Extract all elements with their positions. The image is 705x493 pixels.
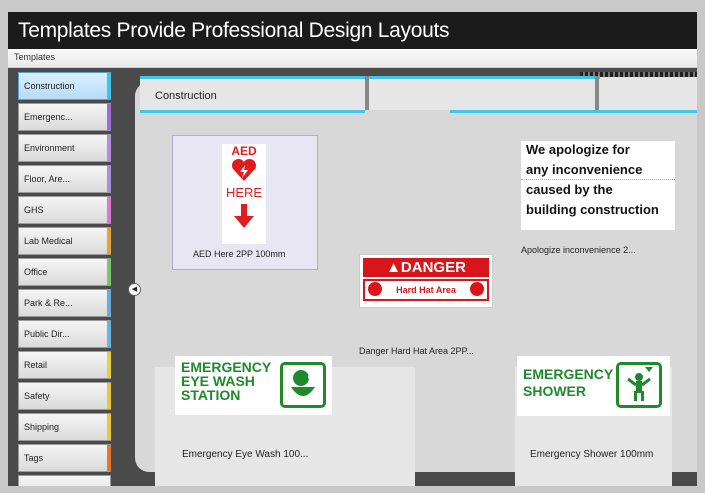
template-caption: Apologize inconvenience 2... [521, 245, 636, 255]
danger-header-text: DANGER [400, 259, 466, 276]
category-color-strip [107, 414, 111, 440]
category-shipping[interactable]: Shipping [18, 413, 111, 441]
danger-header: ▲DANGER [363, 258, 489, 277]
apology-line: We apologize for [526, 142, 630, 157]
app-window: Templates Construction Emergenc... Envir… [8, 49, 697, 486]
warning-triangle-icon: ▲ [386, 259, 401, 276]
category-color-strip [107, 445, 111, 471]
template-emergency-eye-wash[interactable]: EMERGENCY EYE WASH STATION [175, 356, 332, 415]
tab-separator [595, 76, 599, 110]
category-label: Retail [24, 360, 48, 370]
apology-line: building construction [526, 202, 659, 217]
heart-bolt-icon [231, 158, 257, 181]
aed-sign-preview: AED HERE [222, 144, 266, 244]
eyewash-icon [280, 362, 326, 408]
category-color-strip [107, 228, 111, 254]
category-color-strip [107, 166, 111, 192]
category-more[interactable] [18, 475, 111, 486]
category-floor-area[interactable]: Floor, Are... [18, 165, 111, 193]
dotted-divider [521, 179, 675, 181]
category-ghs[interactable]: GHS [18, 196, 111, 224]
shower-icon [616, 362, 662, 408]
tab-construction[interactable]: Construction [155, 90, 217, 102]
tab-strip [140, 76, 697, 110]
danger-subheader: Hard Hat Area [363, 279, 489, 301]
shower-line: EMERGENCY [523, 366, 614, 382]
category-color-strip [107, 383, 111, 409]
template-caption: AED Here 2PP 100mm [193, 249, 286, 259]
template-emergency-shower[interactable]: EMERGENCY SHOWER [517, 356, 670, 416]
category-color-strip [107, 259, 111, 285]
category-lab-medical[interactable]: Lab Medical [18, 227, 111, 255]
category-label: GHS [24, 205, 44, 215]
template-aed-here[interactable]: AED HERE AED Here 2PP 100mm [172, 135, 318, 270]
category-color-strip [107, 352, 111, 378]
tab-separator [365, 76, 369, 110]
category-tags[interactable]: Tags [18, 444, 111, 472]
shower-text: EMERGENCY SHOWER [523, 366, 613, 400]
template-danger-hard-hat[interactable]: ▲DANGER Hard Hat Area [359, 254, 493, 308]
screenshot-frame: Templates Provide Professional Design La… [0, 0, 705, 493]
category-label: Safety [24, 391, 50, 401]
category-label: Construction [24, 81, 75, 91]
category-label: Emergenc... [24, 112, 73, 122]
category-color-strip [107, 290, 111, 316]
template-caption: Danger Hard Hat Area 2PP... [359, 346, 474, 356]
category-label: Lab Medical [24, 236, 73, 246]
tab-bottom-accent-right [450, 110, 697, 113]
category-label: Environment [24, 143, 75, 153]
shower-line: SHOWER [523, 383, 586, 399]
tab-top-accent [140, 76, 600, 79]
aed-text: AED [231, 144, 257, 158]
hard-hat-icon [470, 282, 484, 296]
category-color-strip [107, 104, 111, 130]
danger-sub-text: Hard Hat Area [396, 285, 456, 295]
category-environment[interactable]: Environment [18, 134, 111, 162]
category-construction[interactable]: Construction [18, 72, 111, 100]
category-label: Office [24, 267, 48, 277]
eyewash-text: EMERGENCY EYE WASH STATION [181, 360, 271, 402]
category-office[interactable]: Office [18, 258, 111, 286]
category-sidebar: Construction Emergenc... Environment Flo… [8, 68, 120, 486]
category-label: Floor, Are... [24, 174, 71, 184]
here-text: HERE [225, 185, 263, 200]
category-label: Tags [24, 453, 44, 463]
hard-hat-icon [368, 282, 382, 296]
down-arrow-icon [234, 204, 254, 228]
template-caption: Emergency Shower 100mm [530, 449, 654, 460]
eyewash-line: EMERGENCY [181, 359, 272, 375]
tab-bottom-accent [140, 110, 365, 113]
category-public-directions[interactable]: Public Dir... [18, 320, 111, 348]
apology-line: caused by the [526, 182, 613, 197]
category-label: Public Dir... [24, 329, 70, 339]
category-safety[interactable]: Safety [18, 382, 111, 410]
category-color-strip [107, 197, 111, 223]
apology-line: any inconvenience [526, 162, 643, 177]
category-park-recreation[interactable]: Park & Re... [18, 289, 111, 317]
eyewash-line: STATION [181, 387, 241, 403]
banner-title: Templates Provide Professional Design La… [8, 12, 697, 49]
category-label: Park & Re... [24, 298, 73, 308]
category-color-strip [107, 135, 111, 161]
window-titlebar: Templates [8, 49, 697, 68]
template-caption: Emergency Eye Wash 100... [182, 449, 309, 460]
template-area: Construction ◀ AED HERE AED Here 2PP 100… [120, 68, 697, 486]
category-emergency[interactable]: Emergenc... [18, 103, 111, 131]
category-retail[interactable]: Retail [18, 351, 111, 379]
eyewash-line: EYE WASH [181, 373, 255, 389]
collapse-arrow-icon[interactable]: ◀ [128, 283, 141, 296]
category-label: Shipping [24, 422, 60, 432]
template-apologize-inconvenience[interactable]: We apologize for any inconvenience cause… [521, 141, 675, 230]
window-title: Templates [14, 52, 56, 62]
category-color-strip [107, 73, 111, 99]
category-color-strip [107, 321, 111, 347]
